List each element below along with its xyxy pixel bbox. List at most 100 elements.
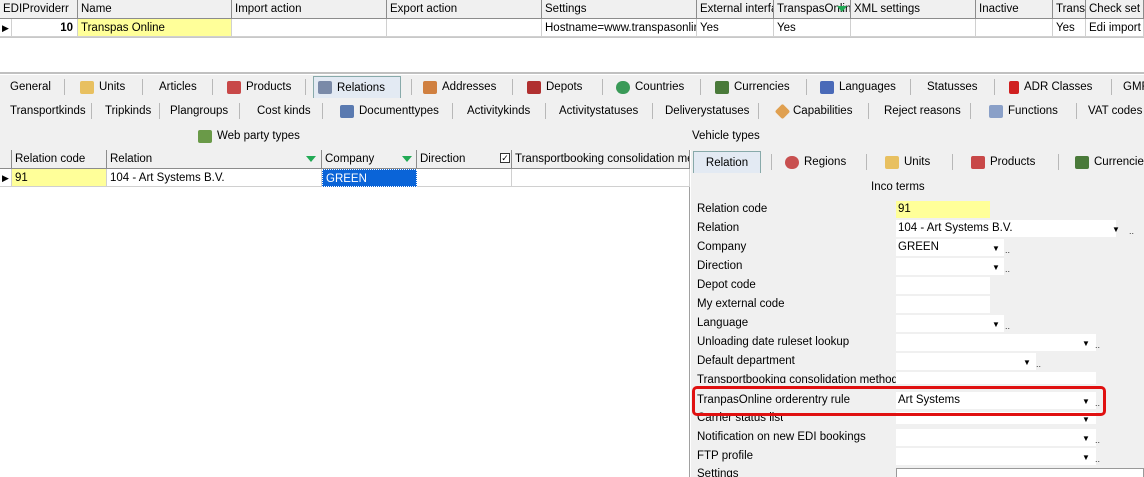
tab-languages[interactable]: Languages bbox=[816, 76, 900, 98]
filter-icon[interactable] bbox=[402, 156, 412, 162]
dropdown-arrow-icon[interactable]: ▼ bbox=[1079, 335, 1093, 352]
cell-xml[interactable] bbox=[851, 19, 976, 37]
col-transpasonline[interactable]: TranspasOnline bbox=[774, 0, 851, 19]
tab-web-party-types[interactable]: Web party types bbox=[194, 125, 304, 147]
dropdown-arrow-icon[interactable]: ▼ bbox=[1109, 221, 1123, 238]
col-inactive[interactable]: Inactive bbox=[976, 0, 1053, 19]
tab-countries[interactable]: Countries bbox=[612, 76, 688, 98]
cell-ediprovider[interactable]: 10 bbox=[12, 19, 78, 37]
ellipsis-button[interactable]: .. bbox=[1005, 258, 1013, 275]
cell-transpas[interactable]: Yes bbox=[774, 19, 851, 37]
cell-transp[interactable]: Yes bbox=[1053, 19, 1086, 37]
ellipsis-button[interactable]: .. bbox=[1095, 429, 1103, 446]
inco-terms-link[interactable]: Inco terms bbox=[871, 179, 925, 195]
field-default-department[interactable] bbox=[896, 353, 1036, 370]
cell-inactive[interactable] bbox=[976, 19, 1053, 37]
tab-relations[interactable]: Relations bbox=[313, 76, 401, 98]
col-transp[interactable]: Transp bbox=[1053, 0, 1086, 19]
tab-functions[interactable]: Functions bbox=[985, 100, 1062, 122]
cell-name[interactable]: Transpas Online bbox=[78, 19, 232, 37]
ellipsis-button[interactable]: .. bbox=[1095, 448, 1103, 465]
tab-relation[interactable]: Relation bbox=[693, 151, 761, 173]
field-company[interactable]: GREEN bbox=[896, 239, 1004, 256]
dropdown-arrow-icon[interactable]: ▼ bbox=[1079, 449, 1093, 466]
tab-depots[interactable]: Depots bbox=[523, 76, 586, 98]
tab-gmf[interactable]: GMF bbox=[1119, 76, 1144, 98]
checkbox-icon[interactable]: ✓ bbox=[500, 153, 510, 163]
tab-plangroups[interactable]: Plangroups bbox=[166, 100, 232, 122]
col-relation[interactable]: Relation bbox=[107, 150, 322, 169]
ellipsis-button[interactable]: .. bbox=[1005, 239, 1013, 256]
field-relation[interactable]: 104 - Art Systems B.V. bbox=[896, 220, 1116, 237]
tab-products-detail[interactable]: Products bbox=[967, 151, 1039, 173]
field-unloading-ruleset[interactable] bbox=[896, 334, 1096, 351]
col-consolidation[interactable]: Transportbooking consolidation meth bbox=[512, 150, 690, 169]
col-relation-code[interactable]: Relation code bbox=[12, 150, 107, 169]
tab-currencies[interactable]: Currencies bbox=[711, 76, 794, 98]
tab-transportkinds[interactable]: Transportkinds bbox=[6, 100, 90, 122]
tab-currencies-detail[interactable]: Currencie bbox=[1071, 151, 1144, 173]
tab-activitykinds[interactable]: Activitykinds bbox=[463, 100, 534, 122]
ellipsis-button[interactable]: .. bbox=[1005, 315, 1013, 332]
filter-icon[interactable] bbox=[306, 156, 316, 162]
filter-icon[interactable] bbox=[837, 6, 847, 12]
dropdown-arrow-icon[interactable]: ▼ bbox=[989, 259, 1003, 276]
cell-check[interactable]: Edi import L bbox=[1086, 19, 1144, 37]
cell-settings[interactable]: Hostname=www.transpasonline. bbox=[542, 19, 697, 37]
tab-general[interactable]: General bbox=[6, 76, 55, 98]
dropdown-arrow-icon[interactable]: ▼ bbox=[1020, 354, 1034, 371]
tab-units[interactable]: Units bbox=[76, 76, 129, 98]
ellipsis-button[interactable]: .. bbox=[1095, 334, 1103, 351]
dropdown-arrow-icon[interactable]: ▼ bbox=[989, 316, 1003, 333]
tab-vat-codes[interactable]: VAT codes bbox=[1084, 100, 1144, 122]
field-settings[interactable] bbox=[896, 468, 1144, 477]
field-my-external-code[interactable] bbox=[896, 296, 990, 313]
tab-activitystatuses[interactable]: Activitystatuses bbox=[555, 100, 642, 122]
col-name[interactable]: Name bbox=[78, 0, 232, 19]
col-external-interface[interactable]: External interfac bbox=[697, 0, 774, 19]
field-depot-code[interactable] bbox=[896, 277, 990, 294]
cell-direction[interactable] bbox=[417, 169, 512, 187]
col-check-set[interactable]: Check set bbox=[1086, 0, 1144, 19]
col-direction[interactable]: Direction ✓ bbox=[417, 150, 512, 169]
field-relation-code[interactable]: 91 bbox=[896, 201, 990, 218]
tab-regions[interactable]: Regions bbox=[781, 151, 850, 173]
edi-provider-grid[interactable]: EDIProviderr Name Import action Export a… bbox=[0, 0, 1144, 38]
tab-deliverystatuses[interactable]: Deliverystatuses bbox=[661, 100, 753, 122]
cell-export[interactable] bbox=[387, 19, 542, 37]
tab-cost-kinds[interactable]: Cost kinds bbox=[253, 100, 315, 122]
tab-articles[interactable]: Articles bbox=[155, 76, 201, 98]
tab-documenttypes[interactable]: Documenttypes bbox=[336, 100, 443, 122]
field-ftp-profile[interactable] bbox=[896, 448, 1096, 465]
cell-consolidation[interactable] bbox=[512, 169, 690, 187]
ellipsis-button[interactable]: .. bbox=[1129, 220, 1137, 237]
field-language[interactable] bbox=[896, 315, 1004, 332]
col-xml-settings[interactable]: XML settings bbox=[851, 0, 976, 19]
tab-reject-reasons[interactable]: Reject reasons bbox=[880, 100, 965, 122]
cell-relation[interactable]: 104 - Art Systems B.V. bbox=[107, 169, 322, 187]
relations-grid[interactable]: Relation code Relation Company Direction… bbox=[0, 150, 690, 477]
col-export-action[interactable]: Export action bbox=[387, 0, 542, 19]
tab-statusses[interactable]: Statusses bbox=[923, 76, 982, 98]
dropdown-arrow-icon[interactable]: ▼ bbox=[989, 240, 1003, 257]
ellipsis-button[interactable]: .. bbox=[1036, 353, 1044, 370]
tab-tripkinds[interactable]: Tripkinds bbox=[101, 100, 155, 122]
cell-import[interactable] bbox=[232, 19, 387, 37]
col-ediprovider[interactable]: EDIProviderr bbox=[0, 0, 78, 19]
col-company[interactable]: Company bbox=[322, 150, 417, 169]
col-settings[interactable]: Settings bbox=[542, 0, 697, 19]
tab-capabilities[interactable]: Capabilities bbox=[773, 100, 856, 122]
cell-relation-code[interactable]: 91 bbox=[12, 169, 107, 187]
field-notification-edi[interactable] bbox=[896, 429, 1096, 446]
tab-products[interactable]: Products bbox=[223, 76, 295, 98]
cell-company[interactable]: GREEN bbox=[322, 169, 417, 187]
dropdown-arrow-icon[interactable]: ▼ bbox=[1079, 430, 1093, 447]
tab-vehicle-types[interactable]: Vehicle types bbox=[688, 125, 764, 147]
tab-addresses[interactable]: Addresses bbox=[419, 76, 500, 98]
tab-units-detail[interactable]: Units bbox=[881, 151, 934, 173]
field-direction[interactable] bbox=[896, 258, 1004, 275]
col-import-action[interactable]: Import action bbox=[232, 0, 387, 19]
field-consolidation-method[interactable] bbox=[896, 372, 1096, 384]
tab-adr-classes[interactable]: ADR Classes bbox=[1005, 76, 1096, 98]
splitter[interactable] bbox=[0, 72, 1144, 74]
